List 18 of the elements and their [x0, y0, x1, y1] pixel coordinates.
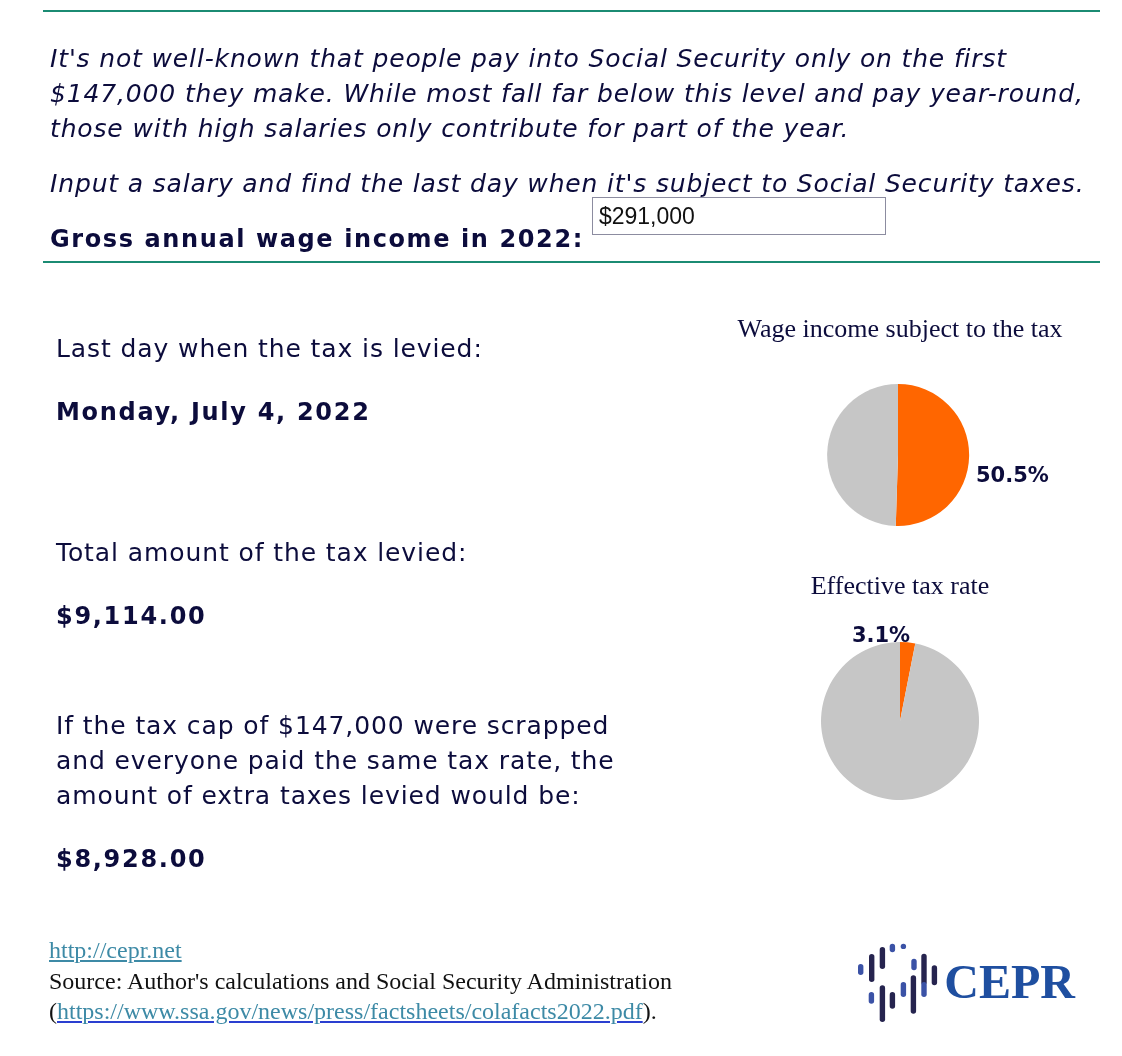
intro-text: It's not well-known that people pay into Social Security only on the first $147,000 they make. While most fall far below this level and pay year-round, those with high salaries only contribute for part of the year.	[50, 43, 1085, 145]
source-text: Source: Author's calculations and Social Security Administration (https://www.ssa.gov/news/press/factsheets/colafacts2022.pdf).	[49, 966, 673, 1026]
result-value: $9,114.00	[56, 601, 208, 632]
chart-title: Wage income subject to the tax	[737, 314, 1063, 344]
wage-input-field[interactable]: $291,000	[591, 197, 886, 235]
field-label: Gross annual wage income in 2022:	[50, 224, 584, 255]
result-label: If the tax cap of $147,000 were scrapped and everyone paid the same tax rate, the amount of extra taxes levied would be:	[56, 710, 616, 812]
result-label: Last day when the tax is levied:	[56, 333, 484, 365]
source-link[interactable]: https://www.ssa.gov/news/press/factsheets/colafacts2022.pdf	[57, 998, 643, 1024]
website-link[interactable]: http://cepr.net	[49, 935, 182, 966]
percent-label: 50.5%	[976, 463, 1049, 487]
chart-title: Effective tax rate	[810, 571, 990, 601]
intro-text: Input a salary and find the last day when it's subject to Social Security taxes.	[50, 168, 1086, 200]
result-value: Monday, July 4, 2022	[56, 397, 372, 428]
result-label: Total amount of the tax levied:	[56, 537, 469, 569]
result-value: $8,928.00	[56, 844, 208, 875]
logo-text: CEPR	[944, 956, 1075, 1008]
percent-label: 3.1%	[851, 623, 911, 647]
